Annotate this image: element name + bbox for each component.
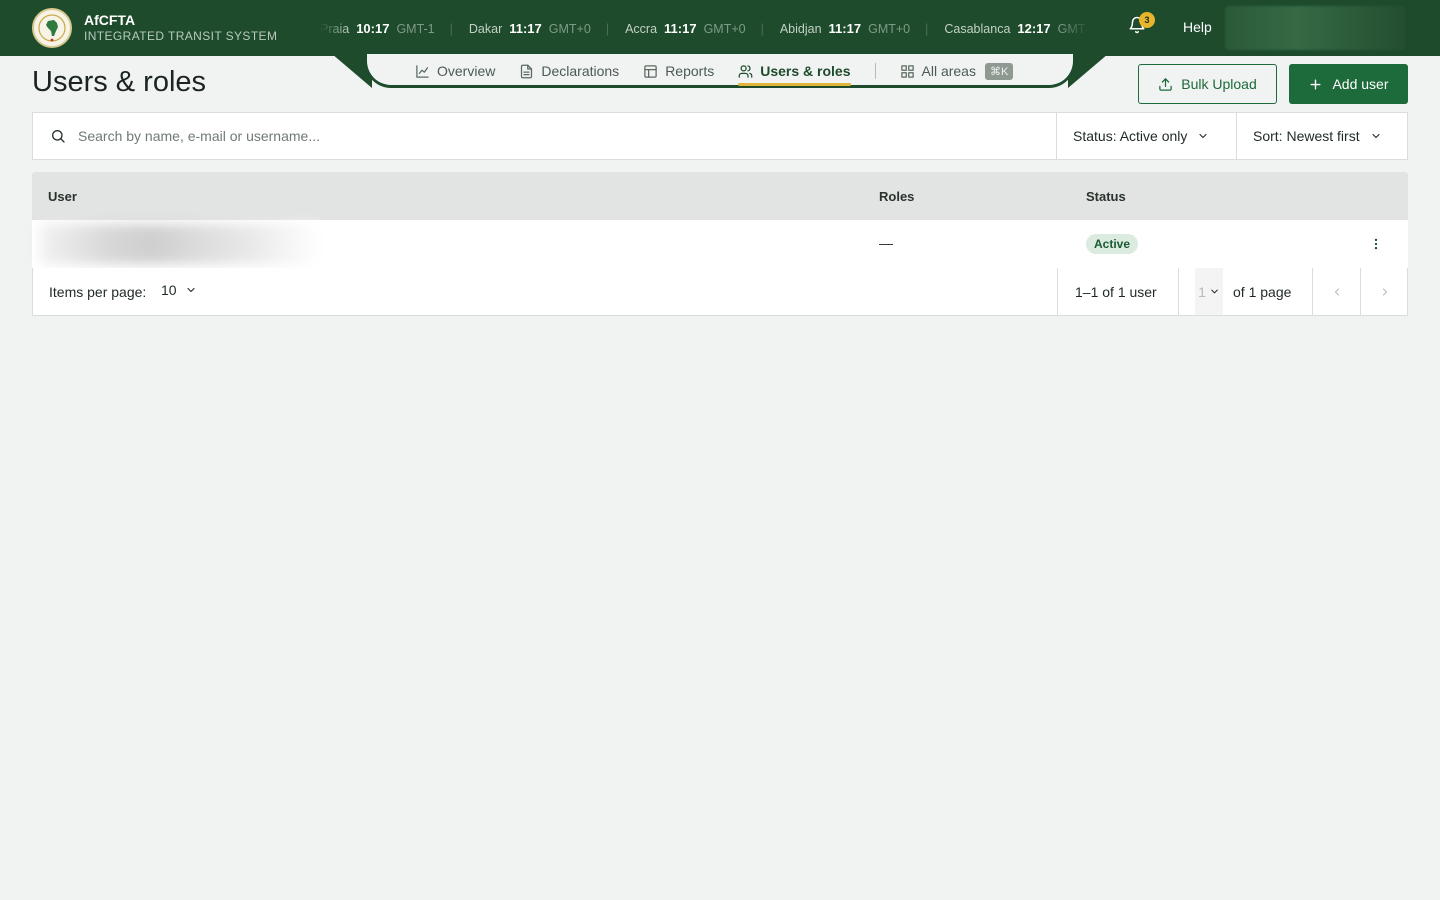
clock-dakar: Dakar 11:17 GMT+0 | (469, 21, 609, 36)
chevron-down-icon (1371, 133, 1380, 139)
sort-label: Sort: Newest first (1253, 128, 1360, 144)
previous-page-button[interactable] (1312, 268, 1360, 315)
status-filter-label: Status: Active only (1073, 128, 1188, 144)
page-number-select[interactable]: 1 (1195, 268, 1223, 315)
clock-city: Abidjan (779, 21, 822, 36)
tab-label: Overview (437, 63, 496, 79)
africa-map-icon (38, 14, 66, 42)
users-icon (738, 64, 753, 78)
chevron-down-icon (186, 287, 195, 293)
table-header: User Roles Status (32, 172, 1408, 220)
table-icon (644, 64, 657, 78)
notification-count-badge: 3 (1139, 12, 1155, 28)
user-cell-redacted[interactable] (40, 224, 320, 264)
column-header-roles[interactable]: Roles (879, 189, 914, 204)
chevron-right-icon (1382, 287, 1387, 296)
document-icon (521, 64, 533, 78)
clock-separator: | (605, 21, 610, 36)
pagination-bar: Items per page: 10 1–1 of 1 user 1 of 1 … (32, 268, 1408, 316)
account-menu[interactable] (1225, 6, 1405, 50)
table-row[interactable]: — Active (32, 220, 1408, 268)
tab-label: Reports (665, 63, 715, 79)
clock-city: Dakar (468, 21, 503, 36)
tab-label: Declarations (541, 63, 620, 79)
brand-title: AfCFTA (84, 12, 136, 28)
shortcut-hint: ⌘K (984, 62, 1014, 80)
tab-users-roles[interactable]: Users & roles (738, 55, 851, 87)
clock-city: Casablanca (944, 21, 1011, 36)
bulk-upload-button[interactable]: Bulk Upload (1138, 64, 1277, 104)
page-picker: 1 of 1 page (1178, 268, 1312, 315)
clock-time: 11:17 (828, 20, 862, 36)
plus-icon (1310, 78, 1322, 90)
grid-icon (900, 64, 914, 78)
items-per-page-select[interactable]: 10 (161, 282, 197, 298)
clock-timezone: GMT+1 (1057, 21, 1090, 36)
clock-timezone: GMT+0 (868, 21, 911, 36)
clock-separator: | (760, 21, 764, 36)
clock-time: 12:17 (1017, 20, 1051, 36)
clock-praia: Praia 10:17 GMT-1 | (320, 21, 453, 36)
chevron-left-icon (1334, 287, 1339, 296)
tab-declarations[interactable]: Declarations (519, 55, 619, 87)
total-pages-label: of 1 page (1233, 283, 1292, 300)
bulk-upload-label: Bulk Upload (1181, 76, 1257, 92)
tab-reports[interactable]: Reports (643, 55, 714, 87)
add-user-button[interactable]: Add user (1289, 64, 1408, 104)
items-per-page-value: 10 (161, 282, 177, 298)
tab-overview[interactable]: Overview (415, 55, 495, 87)
status-badge: Active (1086, 234, 1139, 254)
clock-city: Accra (625, 21, 658, 36)
current-page: 1 (1198, 283, 1206, 300)
roles-cell: — (879, 235, 893, 251)
clock-separator: | (449, 21, 453, 36)
tab-label: Users & roles (760, 63, 851, 79)
chevron-down-icon (1199, 133, 1208, 139)
clock-timezone: GMT+0 (548, 21, 591, 36)
clock-time: 10:17 (356, 20, 390, 36)
afcfta-logo[interactable] (32, 8, 72, 48)
pagination-range-text: 1–1 of 1 user (1075, 283, 1157, 300)
clock-separator: | (925, 21, 929, 36)
filter-toolbar: Status: Active only Sort: Newest first (32, 112, 1408, 160)
main-nav: Overview Declarations Reports Users & ro… (415, 55, 1037, 87)
clock-casablanca: Casablanca 12:17 GMT+1 (944, 21, 1090, 36)
users-table: User Roles Status — Active Items per pag… (32, 172, 1408, 316)
clock-time: 11:17 (664, 20, 697, 36)
next-page-button[interactable] (1360, 268, 1408, 315)
tab-label: All areas (921, 63, 976, 79)
upload-icon (1159, 77, 1172, 91)
clock-timezone: GMT+0 (703, 21, 746, 36)
pagination-range: 1–1 of 1 user (1057, 268, 1178, 315)
add-user-label: Add user (1332, 76, 1389, 92)
line-chart-icon (416, 64, 429, 78)
page-title: Users & roles (32, 66, 207, 98)
clock-timezone: GMT-1 (396, 21, 435, 36)
world-clock-ticker: Praia 10:17 GMT-1 | Dakar 11:17 GMT+0 | … (320, 0, 1090, 56)
clock-accra: Accra 11:17 GMT+0 | (625, 21, 764, 36)
clock-time: 11:17 (509, 20, 542, 36)
status-filter-dropdown[interactable]: Status: Active only (1056, 113, 1236, 159)
tab-all-areas[interactable]: All areas ⌘K (900, 55, 1014, 87)
more-vertical-icon (1374, 238, 1378, 250)
items-per-page-label: Items per page: (49, 284, 147, 300)
clock-abidjan: Abidjan 11:17 GMT+0 | (780, 21, 929, 36)
clock-city: Praia (320, 21, 350, 36)
brand-subtitle: INTEGRATED TRANSIT SYSTEM (84, 29, 278, 43)
column-header-user[interactable]: User (48, 189, 77, 204)
search-input[interactable] (78, 128, 978, 144)
column-header-status[interactable]: Status (1086, 189, 1126, 204)
search-box[interactable] (33, 113, 1056, 159)
row-actions-button[interactable] (1366, 233, 1386, 255)
search-icon (52, 130, 65, 143)
nav-divider (874, 63, 876, 79)
help-link[interactable]: Help (1183, 19, 1212, 35)
sort-dropdown[interactable]: Sort: Newest first (1236, 113, 1407, 159)
chevron-down-icon (1211, 289, 1218, 294)
